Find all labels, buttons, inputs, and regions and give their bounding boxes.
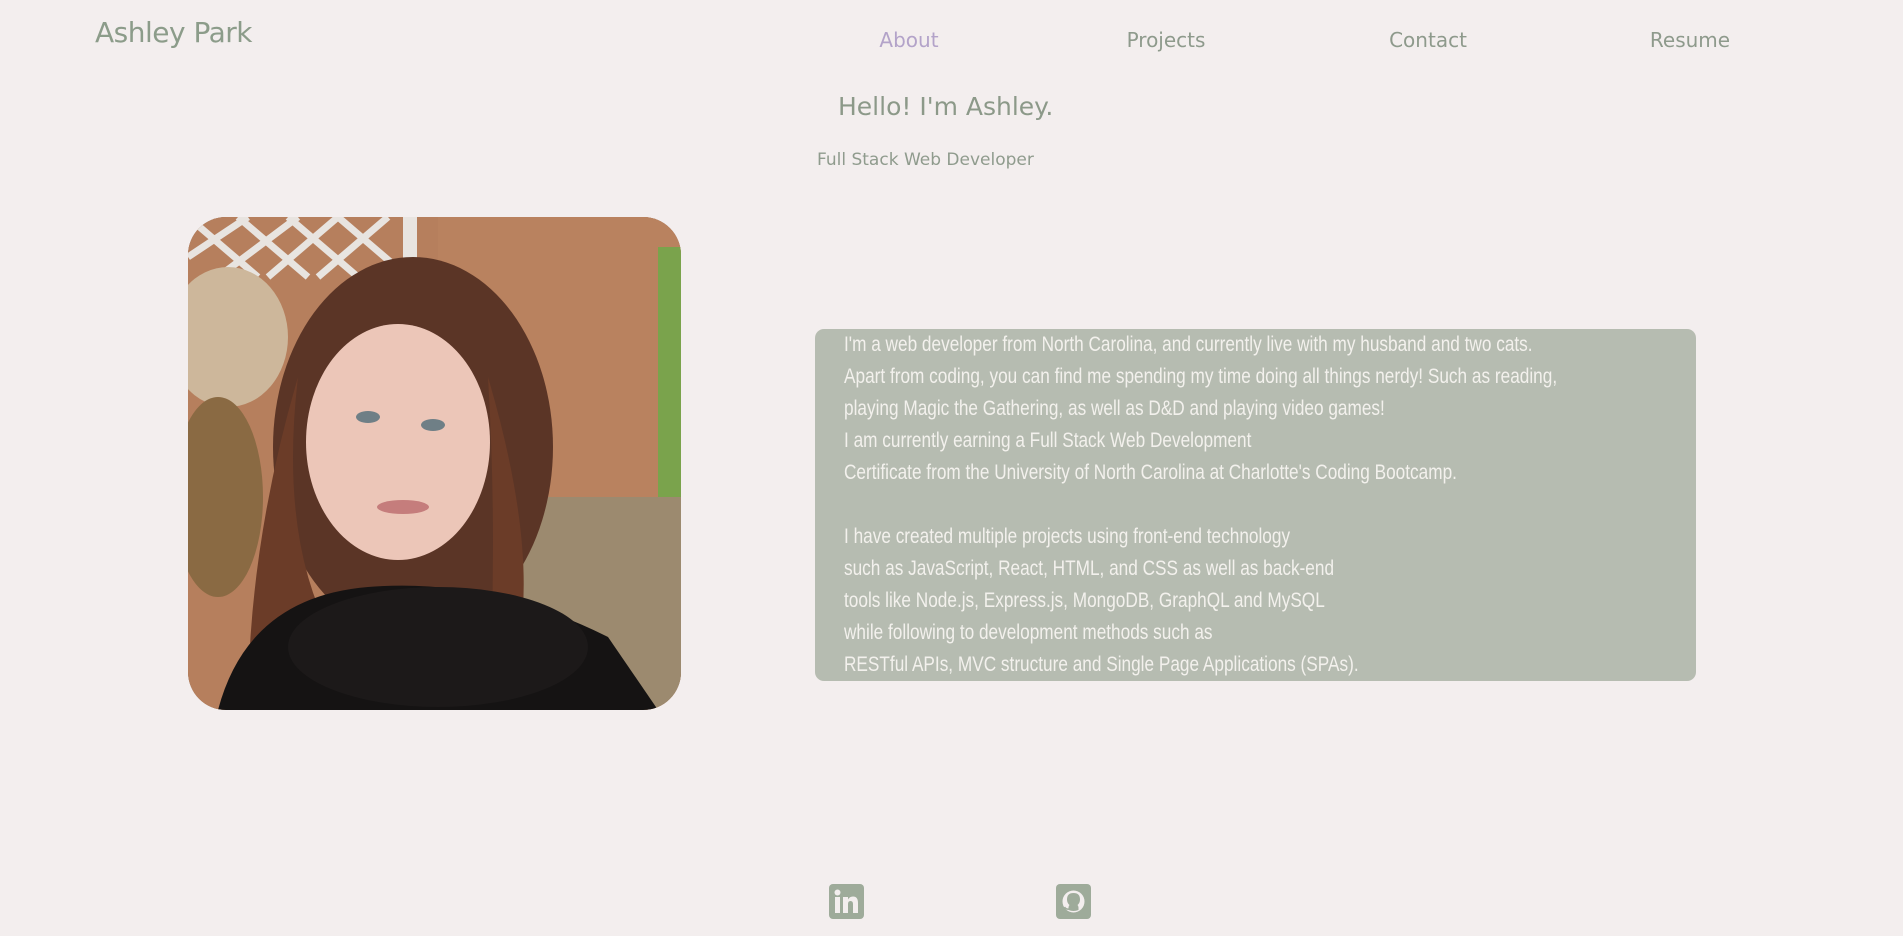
bio-paragraph-skills: I have created multiple projects using f… [844,521,1520,681]
bio-line: I have created multiple projects using f… [844,525,1291,548]
bio-line: RESTful APIs, MVC structure and Single P… [844,653,1359,676]
about-page: Ashley Park About Projects Contact Resum… [0,0,1903,936]
nav-link-contact[interactable]: Contact [1389,28,1467,52]
role-subtitle: Full Stack Web Developer [817,150,1034,170]
main-nav: About Projects Contact Resume [0,28,1903,58]
bio-paragraph-intro: I'm a web developer from North Carolina,… [844,329,1558,489]
bio-line: while following to development methods s… [844,621,1213,644]
greeting-heading: Hello! I'm Ashley. [838,92,1054,121]
nav-link-about[interactable]: About [879,28,938,52]
profile-photo-illustration [188,217,681,710]
profile-photo [188,217,681,710]
bio-line: I am currently earning a Full Stack Web … [844,429,1252,452]
linkedin-link[interactable] [829,884,864,919]
bio-line: such as JavaScript, React, HTML, and CSS… [844,557,1335,580]
github-link[interactable] [1056,884,1091,919]
linkedin-icon [834,889,858,913]
bio-panel: I'm a web developer from North Carolina,… [815,329,1696,681]
bio-line: tools like Node.js, Express.js, MongoDB,… [844,589,1325,612]
bio-line: Apart from coding, you can find me spend… [844,365,1558,388]
nav-link-projects[interactable]: Projects [1127,28,1206,52]
bio-line: I'm a web developer from North Carolina,… [844,333,1533,356]
github-icon [1062,890,1085,913]
bio-line: playing Magic the Gathering, as well as … [844,397,1385,420]
nav-link-resume[interactable]: Resume [1650,28,1730,52]
bio-line: Certificate from the University of North… [844,461,1457,484]
